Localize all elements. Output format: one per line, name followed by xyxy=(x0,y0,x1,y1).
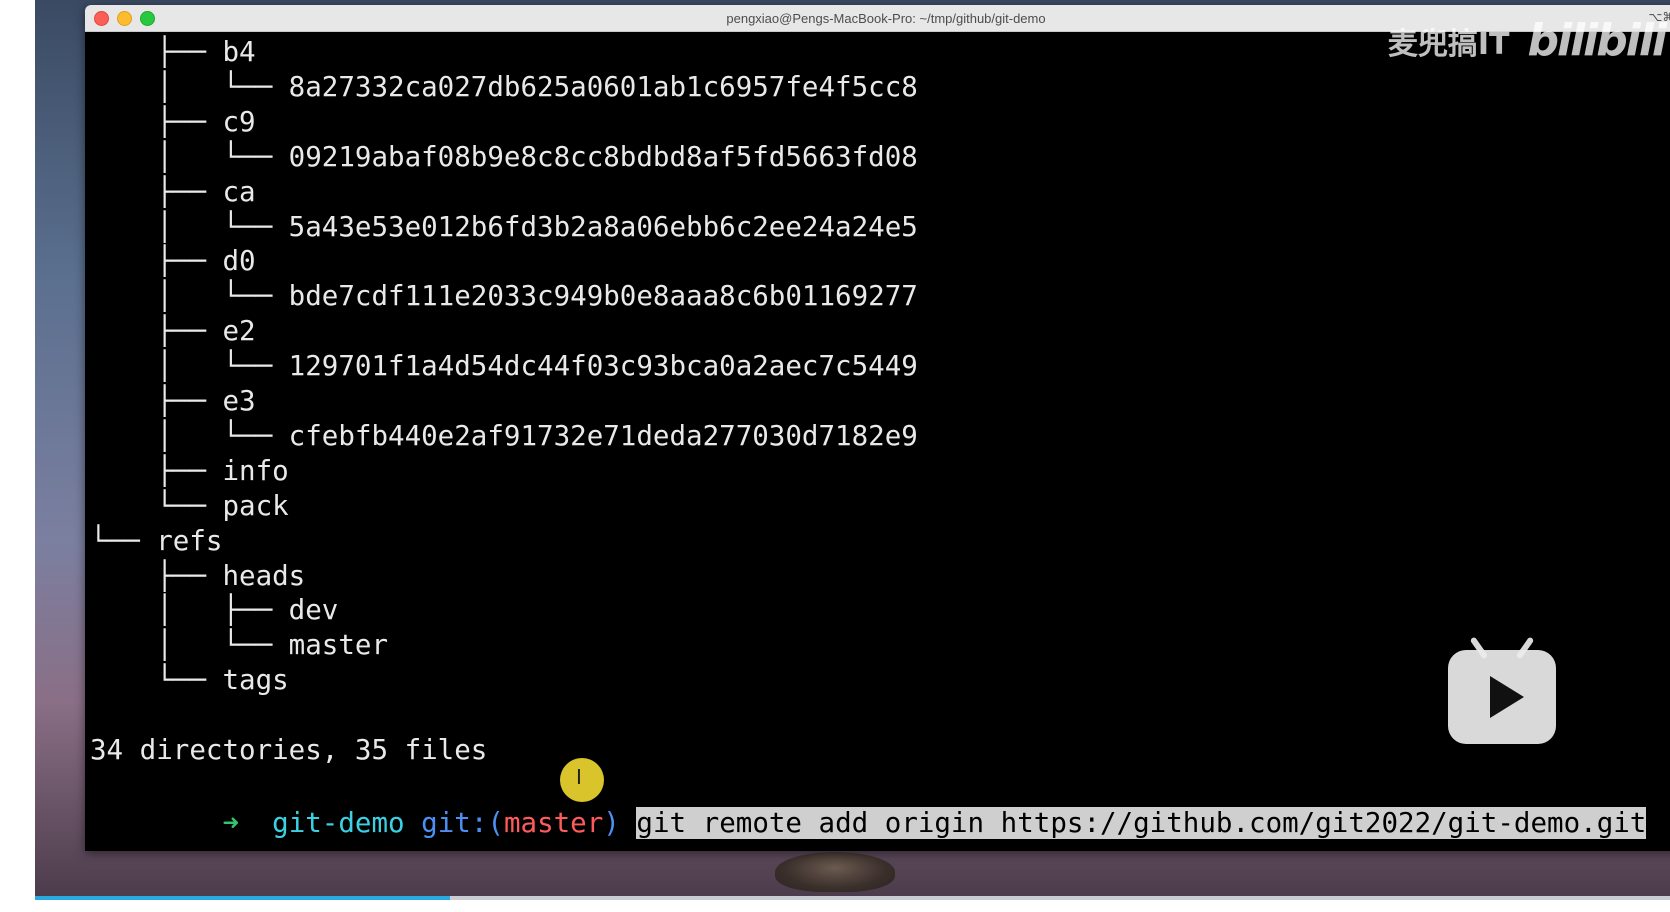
prompt-git-label: git:( xyxy=(421,807,504,839)
prompt-branch: master xyxy=(503,807,604,839)
wallpaper-rock xyxy=(775,852,895,892)
prompt-arrow-icon: ➜ xyxy=(222,807,240,839)
terminal-line: │ └── bde7cdf111e2033c949b0e8aaa8c6b0116… xyxy=(90,280,918,313)
desktop-background: pengxiao@Pengs-MacBook-Pro: ~/tmp/github… xyxy=(35,0,1670,900)
play-icon xyxy=(1490,676,1524,718)
video-progress-fill xyxy=(35,896,451,900)
channel-name: 麦兜搞IT xyxy=(1387,26,1510,62)
terminal-line: ├── heads xyxy=(90,559,306,592)
terminal-line: └── tags xyxy=(90,664,289,697)
traffic-lights xyxy=(94,11,155,26)
prompt-git-close: ) xyxy=(603,807,620,839)
terminal-line: ├── c9 xyxy=(90,105,256,138)
terminal-window[interactable]: pengxiao@Pengs-MacBook-Pro: ~/tmp/github… xyxy=(85,5,1670,851)
terminal-line: │ ├── dev xyxy=(90,594,339,627)
prompt-line[interactable]: ➜ git-demo git:(master) git remote add o… xyxy=(90,768,1647,839)
terminal-line: │ └── 5a43e53e012b6fd3b2a8a06ebb6c2ee24a… xyxy=(90,210,918,243)
terminal-line: │ └── 09219abaf08b9e8c8cc8bdbd8af5fd5663… xyxy=(90,140,918,173)
maximize-button[interactable] xyxy=(140,11,155,26)
terminal-line: └── pack xyxy=(90,489,289,522)
terminal-line: │ └── 8a27332ca027db625a0601ab1c6957fe4f… xyxy=(90,70,918,103)
terminal-output[interactable]: ├── b4 │ └── 8a27332ca027db625a0601ab1c6… xyxy=(85,32,1670,851)
terminal-line: ├── d0 xyxy=(90,245,256,278)
terminal-line: └── refs xyxy=(90,524,223,557)
bilibili-logo: bilibili xyxy=(1527,15,1667,66)
terminal-line: 34 directories, 35 files xyxy=(90,734,488,766)
command-input[interactable]: git remote add origin https://github.com… xyxy=(636,807,1647,839)
minimize-button[interactable] xyxy=(117,11,132,26)
terminal-line: │ └── master xyxy=(90,629,389,662)
terminal-line: │ └── 129701f1a4d54dc44f03c93bca0a2aec7c… xyxy=(90,350,918,383)
terminal-line: ├── e3 xyxy=(90,385,256,417)
video-progress-bar[interactable] xyxy=(35,896,1670,900)
close-button[interactable] xyxy=(94,11,109,26)
terminal-line: ├── e2 xyxy=(90,315,256,348)
ibeam-cursor-icon: I xyxy=(576,765,582,789)
terminal-line: ├── b4 xyxy=(90,36,256,68)
window-title: pengxiao@Pengs-MacBook-Pro: ~/tmp/github… xyxy=(726,10,1046,26)
bilibili-tv-icon[interactable] xyxy=(1448,636,1556,744)
prompt-directory: git-demo xyxy=(272,807,405,839)
terminal-line: ├── ca xyxy=(90,175,256,208)
terminal-line: ├── info xyxy=(90,454,289,487)
terminal-line: │ └── cfebfb440e2af91732e71deda277030d71… xyxy=(90,419,918,452)
watermark: 麦兜搞IT bilibili xyxy=(1387,15,1667,66)
